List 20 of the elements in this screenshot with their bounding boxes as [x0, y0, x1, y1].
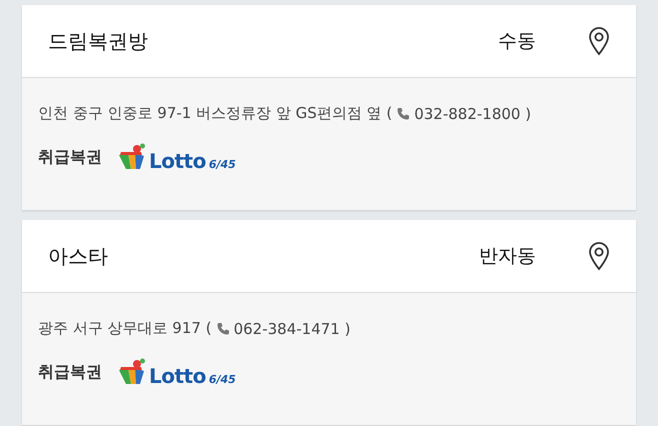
lotto-emblem-icon: [116, 358, 146, 386]
phone-icon: [216, 322, 230, 336]
store-name: 드림복권방: [48, 28, 149, 54]
lotto-logo-sub: 6/45: [208, 158, 236, 171]
lotto-logo-sub: 6/45: [208, 373, 236, 386]
phone-icon: [396, 106, 410, 120]
games-label: 취급복권: [38, 362, 102, 382]
store-area: 반자동: [479, 243, 536, 269]
lotto-logo: Lotto: [149, 366, 206, 386]
lotto-emblem-icon: [116, 143, 146, 171]
store-address: 광주 서구 상무대로 917 (: [38, 319, 212, 338]
store-address: 인천 중구 인중로 97-1 버스정류장 앞 GS편의점 옆 (: [38, 104, 392, 123]
store-name: 아스타: [48, 242, 109, 270]
location-pin-icon[interactable]: [588, 241, 610, 271]
games-label: 취급복권: [38, 146, 102, 168]
store-phone[interactable]: 062-384-1471 ): [234, 320, 350, 338]
store-phone[interactable]: 032-882-1800 ): [414, 104, 532, 122]
lotto-logo: Lotto: [149, 151, 206, 171]
location-pin-icon[interactable]: [588, 26, 610, 56]
store-area: 수동: [498, 28, 536, 54]
